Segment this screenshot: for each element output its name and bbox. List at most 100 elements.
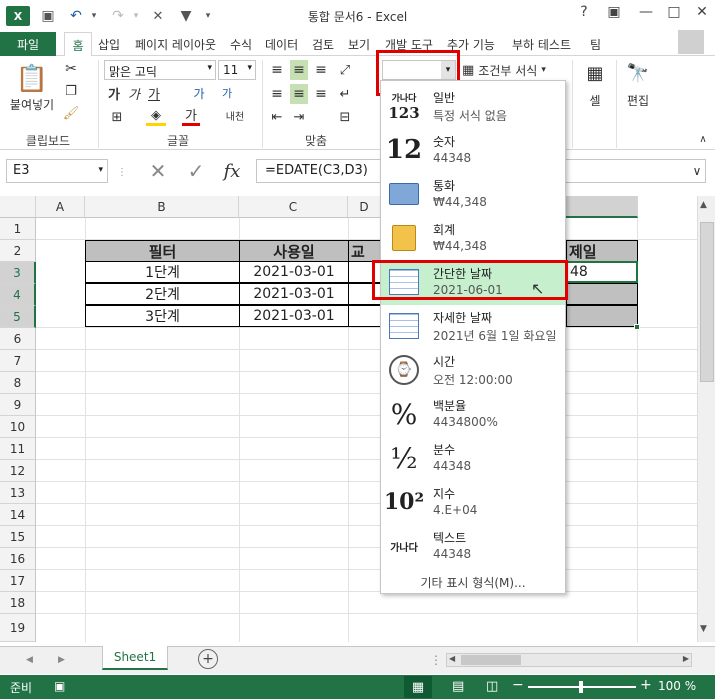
copy-icon[interactable]: ❐ bbox=[62, 82, 80, 100]
tab-home[interactable]: 홈 bbox=[64, 32, 92, 57]
enter-icon[interactable]: ✓ bbox=[184, 159, 208, 183]
tab-data[interactable]: 데이터 bbox=[265, 36, 298, 53]
row-header[interactable]: 5 bbox=[0, 306, 36, 328]
row-header[interactable]: 2 bbox=[0, 240, 36, 262]
align-center-icon[interactable]: ≡ bbox=[290, 84, 308, 104]
increase-indent-icon[interactable]: ⇥ bbox=[290, 108, 308, 126]
table-header-cell[interactable]: 제일 bbox=[566, 240, 638, 262]
page-layout-view-icon[interactable]: ▤ bbox=[452, 679, 464, 694]
vertical-scrollbar[interactable]: ▲ ▼ bbox=[697, 196, 715, 642]
avatar[interactable] bbox=[678, 30, 704, 54]
wrap-text-icon[interactable]: ↵ bbox=[336, 84, 354, 104]
column-header-a[interactable]: A bbox=[36, 196, 85, 218]
row-header[interactable]: 19 bbox=[0, 614, 36, 642]
table-cell[interactable] bbox=[566, 305, 638, 327]
tab-split-grip[interactable]: ⋮ bbox=[430, 653, 442, 667]
align-left-icon[interactable]: ≡ bbox=[268, 84, 286, 104]
tab-load-test[interactable]: 부하 테스트 bbox=[512, 36, 571, 53]
column-header-e[interactable] bbox=[566, 196, 638, 218]
tab-team[interactable]: 팀 bbox=[590, 36, 601, 53]
decrease-indent-icon[interactable]: ⇤ bbox=[268, 108, 286, 126]
bold-button[interactable]: 가 bbox=[106, 84, 122, 103]
restore-button[interactable]: □ bbox=[660, 4, 688, 20]
cells-icon[interactable]: ▦ bbox=[582, 60, 608, 86]
row-header[interactable]: 14 bbox=[0, 504, 36, 526]
table-cell[interactable]: 3단계 bbox=[85, 305, 240, 327]
scroll-left-icon[interactable]: ◀ bbox=[449, 654, 455, 663]
format-item-scientific[interactable]: 10² 지수 4.E+04 bbox=[381, 481, 565, 525]
conditional-format-button[interactable]: ▦ 조건부 서식 ▾ bbox=[462, 60, 562, 80]
minimize-button[interactable]: — bbox=[632, 4, 660, 20]
row-header[interactable]: 7 bbox=[0, 350, 36, 372]
tab-review[interactable]: 검토 bbox=[312, 36, 334, 53]
zoom-level[interactable]: 100 % bbox=[658, 679, 696, 693]
row-header[interactable]: 17 bbox=[0, 570, 36, 592]
tab-view[interactable]: 보기 bbox=[348, 36, 370, 53]
expand-formula-icon[interactable]: ∨ bbox=[690, 164, 704, 178]
horizontal-scrollbar[interactable]: ◀ ▶ bbox=[446, 653, 692, 667]
italic-button[interactable]: 가 bbox=[126, 84, 142, 103]
align-right-icon[interactable]: ≡ bbox=[312, 84, 330, 104]
row-header[interactable]: 8 bbox=[0, 372, 36, 394]
align-top-icon[interactable]: ≡ bbox=[268, 60, 286, 80]
scroll-thumb[interactable] bbox=[700, 222, 714, 382]
column-header-b[interactable]: B bbox=[85, 196, 239, 218]
row-header[interactable]: 15 bbox=[0, 526, 36, 548]
format-item-accounting[interactable]: 회계 ₩44,348 bbox=[381, 217, 565, 261]
tab-file[interactable]: 파일 bbox=[0, 32, 56, 56]
table-header-cell[interactable]: 교 bbox=[348, 240, 381, 262]
table-cell[interactable] bbox=[566, 283, 638, 305]
scroll-right-icon[interactable]: ▶ bbox=[683, 654, 689, 663]
collapse-ribbon-icon[interactable]: ∧ bbox=[696, 132, 710, 146]
binoculars-icon[interactable]: 🔭 bbox=[624, 60, 652, 86]
font-color-icon[interactable]: 가 bbox=[182, 106, 200, 126]
paste-button[interactable]: 붙여넣기 bbox=[6, 96, 58, 112]
cancel-icon[interactable]: ✕ bbox=[146, 159, 170, 183]
macro-record-icon[interactable]: ▣ bbox=[54, 679, 65, 693]
paste-icon[interactable]: 📋 bbox=[16, 62, 48, 96]
more-number-formats-link[interactable]: 기타 표시 형식(M)... bbox=[381, 571, 565, 593]
row-header[interactable]: 4 bbox=[0, 284, 36, 306]
fill-color-icon[interactable]: ◈ bbox=[146, 108, 166, 126]
page-break-view-icon[interactable]: ◫ bbox=[486, 679, 498, 694]
help-button[interactable]: ? bbox=[570, 4, 598, 20]
phonetic-icon[interactable]: 내천 bbox=[222, 106, 248, 124]
table-cell[interactable]: 2021-03-01 bbox=[239, 283, 349, 305]
cells-button[interactable]: 셀 bbox=[582, 92, 608, 108]
select-all-corner[interactable] bbox=[0, 196, 36, 218]
row-header[interactable]: 12 bbox=[0, 460, 36, 482]
table-cell-active[interactable]: 48 bbox=[566, 261, 638, 283]
font-name-select[interactable]: 맑은 고딕 ▾ bbox=[104, 60, 216, 80]
format-item-general[interactable]: 가나다 123 일반 특정 서식 없음 bbox=[381, 85, 565, 129]
close-button[interactable]: ✕ bbox=[688, 4, 715, 20]
row-header[interactable]: 16 bbox=[0, 548, 36, 570]
format-item-text[interactable]: 가나다 텍스트 44348 bbox=[381, 525, 565, 569]
normal-view-icon[interactable]: ▦ bbox=[404, 676, 432, 698]
table-cell[interactable]: 2021-03-01 bbox=[239, 305, 349, 327]
column-header-d[interactable]: D bbox=[348, 196, 381, 218]
row-header[interactable]: 1 bbox=[0, 218, 36, 240]
align-middle-icon[interactable]: ≡ bbox=[290, 60, 308, 80]
name-box[interactable]: E3 ▾ bbox=[6, 159, 108, 183]
zoom-slider-thumb[interactable] bbox=[579, 681, 583, 693]
format-item-time[interactable]: ⌚ 시간 오전 12:00:00 bbox=[381, 349, 565, 393]
underline-button[interactable]: 가 bbox=[146, 84, 162, 103]
row-header[interactable]: 18 bbox=[0, 592, 36, 614]
column-header-c[interactable]: C bbox=[239, 196, 348, 218]
scroll-down-icon[interactable]: ▼ bbox=[700, 624, 707, 634]
format-item-long-date[interactable]: 자세한 날짜 2021년 6월 1일 화요일 bbox=[381, 305, 565, 349]
grow-font-icon[interactable]: 가 bbox=[190, 84, 208, 102]
font-size-select[interactable]: 11 ▾ bbox=[218, 60, 256, 80]
merge-center-icon[interactable]: ⊟ bbox=[336, 108, 354, 126]
ribbon-display-button[interactable]: ▣ bbox=[600, 4, 628, 20]
format-item-currency[interactable]: 통화 ₩44,348 bbox=[381, 173, 565, 217]
format-item-percent[interactable]: % 백분율 4434800% bbox=[381, 393, 565, 437]
orientation-icon[interactable]: ⤢ bbox=[336, 60, 354, 80]
row-header[interactable]: 6 bbox=[0, 328, 36, 350]
table-cell[interactable]: 2단계 bbox=[85, 283, 240, 305]
row-header[interactable]: 9 bbox=[0, 394, 36, 416]
tab-insert[interactable]: 삽입 bbox=[98, 36, 120, 53]
row-header[interactable]: 11 bbox=[0, 438, 36, 460]
zoom-in-icon[interactable]: + bbox=[640, 677, 652, 693]
scroll-sheets-right-icon[interactable]: ▶ bbox=[58, 655, 65, 665]
